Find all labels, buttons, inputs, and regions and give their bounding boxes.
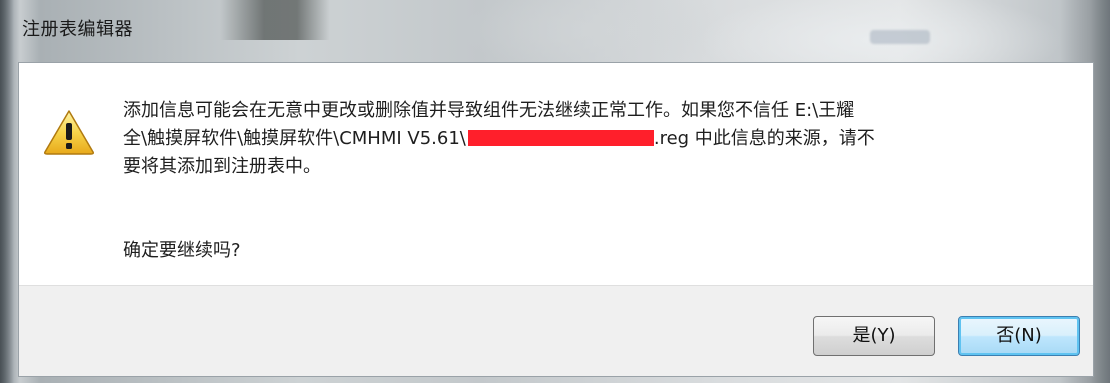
message-path-text: 全\触摸屏软件\触摸屏软件\CMHMI V5.61\ (123, 128, 466, 149)
frame-left-edge (0, 0, 14, 383)
button-bar: 是(Y) 否(N) (19, 285, 1093, 376)
message-line-3: 要将其添加到注册表中。 (123, 156, 321, 177)
redaction-bar (467, 130, 654, 146)
warning-icon (44, 110, 94, 155)
background-blur (220, 0, 330, 40)
background-window-blur (870, 30, 930, 44)
yes-button[interactable]: 是(Y) (813, 316, 935, 356)
message-text: 添加信息可能会在无意中更改或删除值并导致组件无法继续正常工作。如果您不信任 E:… (123, 97, 1083, 181)
window-title: 注册表编辑器 (22, 19, 133, 40)
message-area: 添加信息可能会在无意中更改或删除值并导致组件无法继续正常工作。如果您不信任 E:… (19, 63, 1093, 285)
no-button[interactable]: 否(N) (958, 316, 1080, 356)
dialog-client-area: 添加信息可能会在无意中更改或删除值并导致组件无法继续正常工作。如果您不信任 E:… (18, 62, 1094, 377)
message-line-1: 添加信息可能会在无意中更改或删除值并导致组件无法继续正常工作。如果您不信任 E:… (123, 100, 855, 121)
message-path-suffix: .reg 中此信息的来源，请不 (653, 128, 875, 149)
message-line-2: 全\触摸屏软件\触摸屏软件\CMHMI V5.61\ .reg 中此信息的来源，请… (123, 125, 1083, 153)
confirm-question: 确定要继续吗? (123, 240, 241, 261)
